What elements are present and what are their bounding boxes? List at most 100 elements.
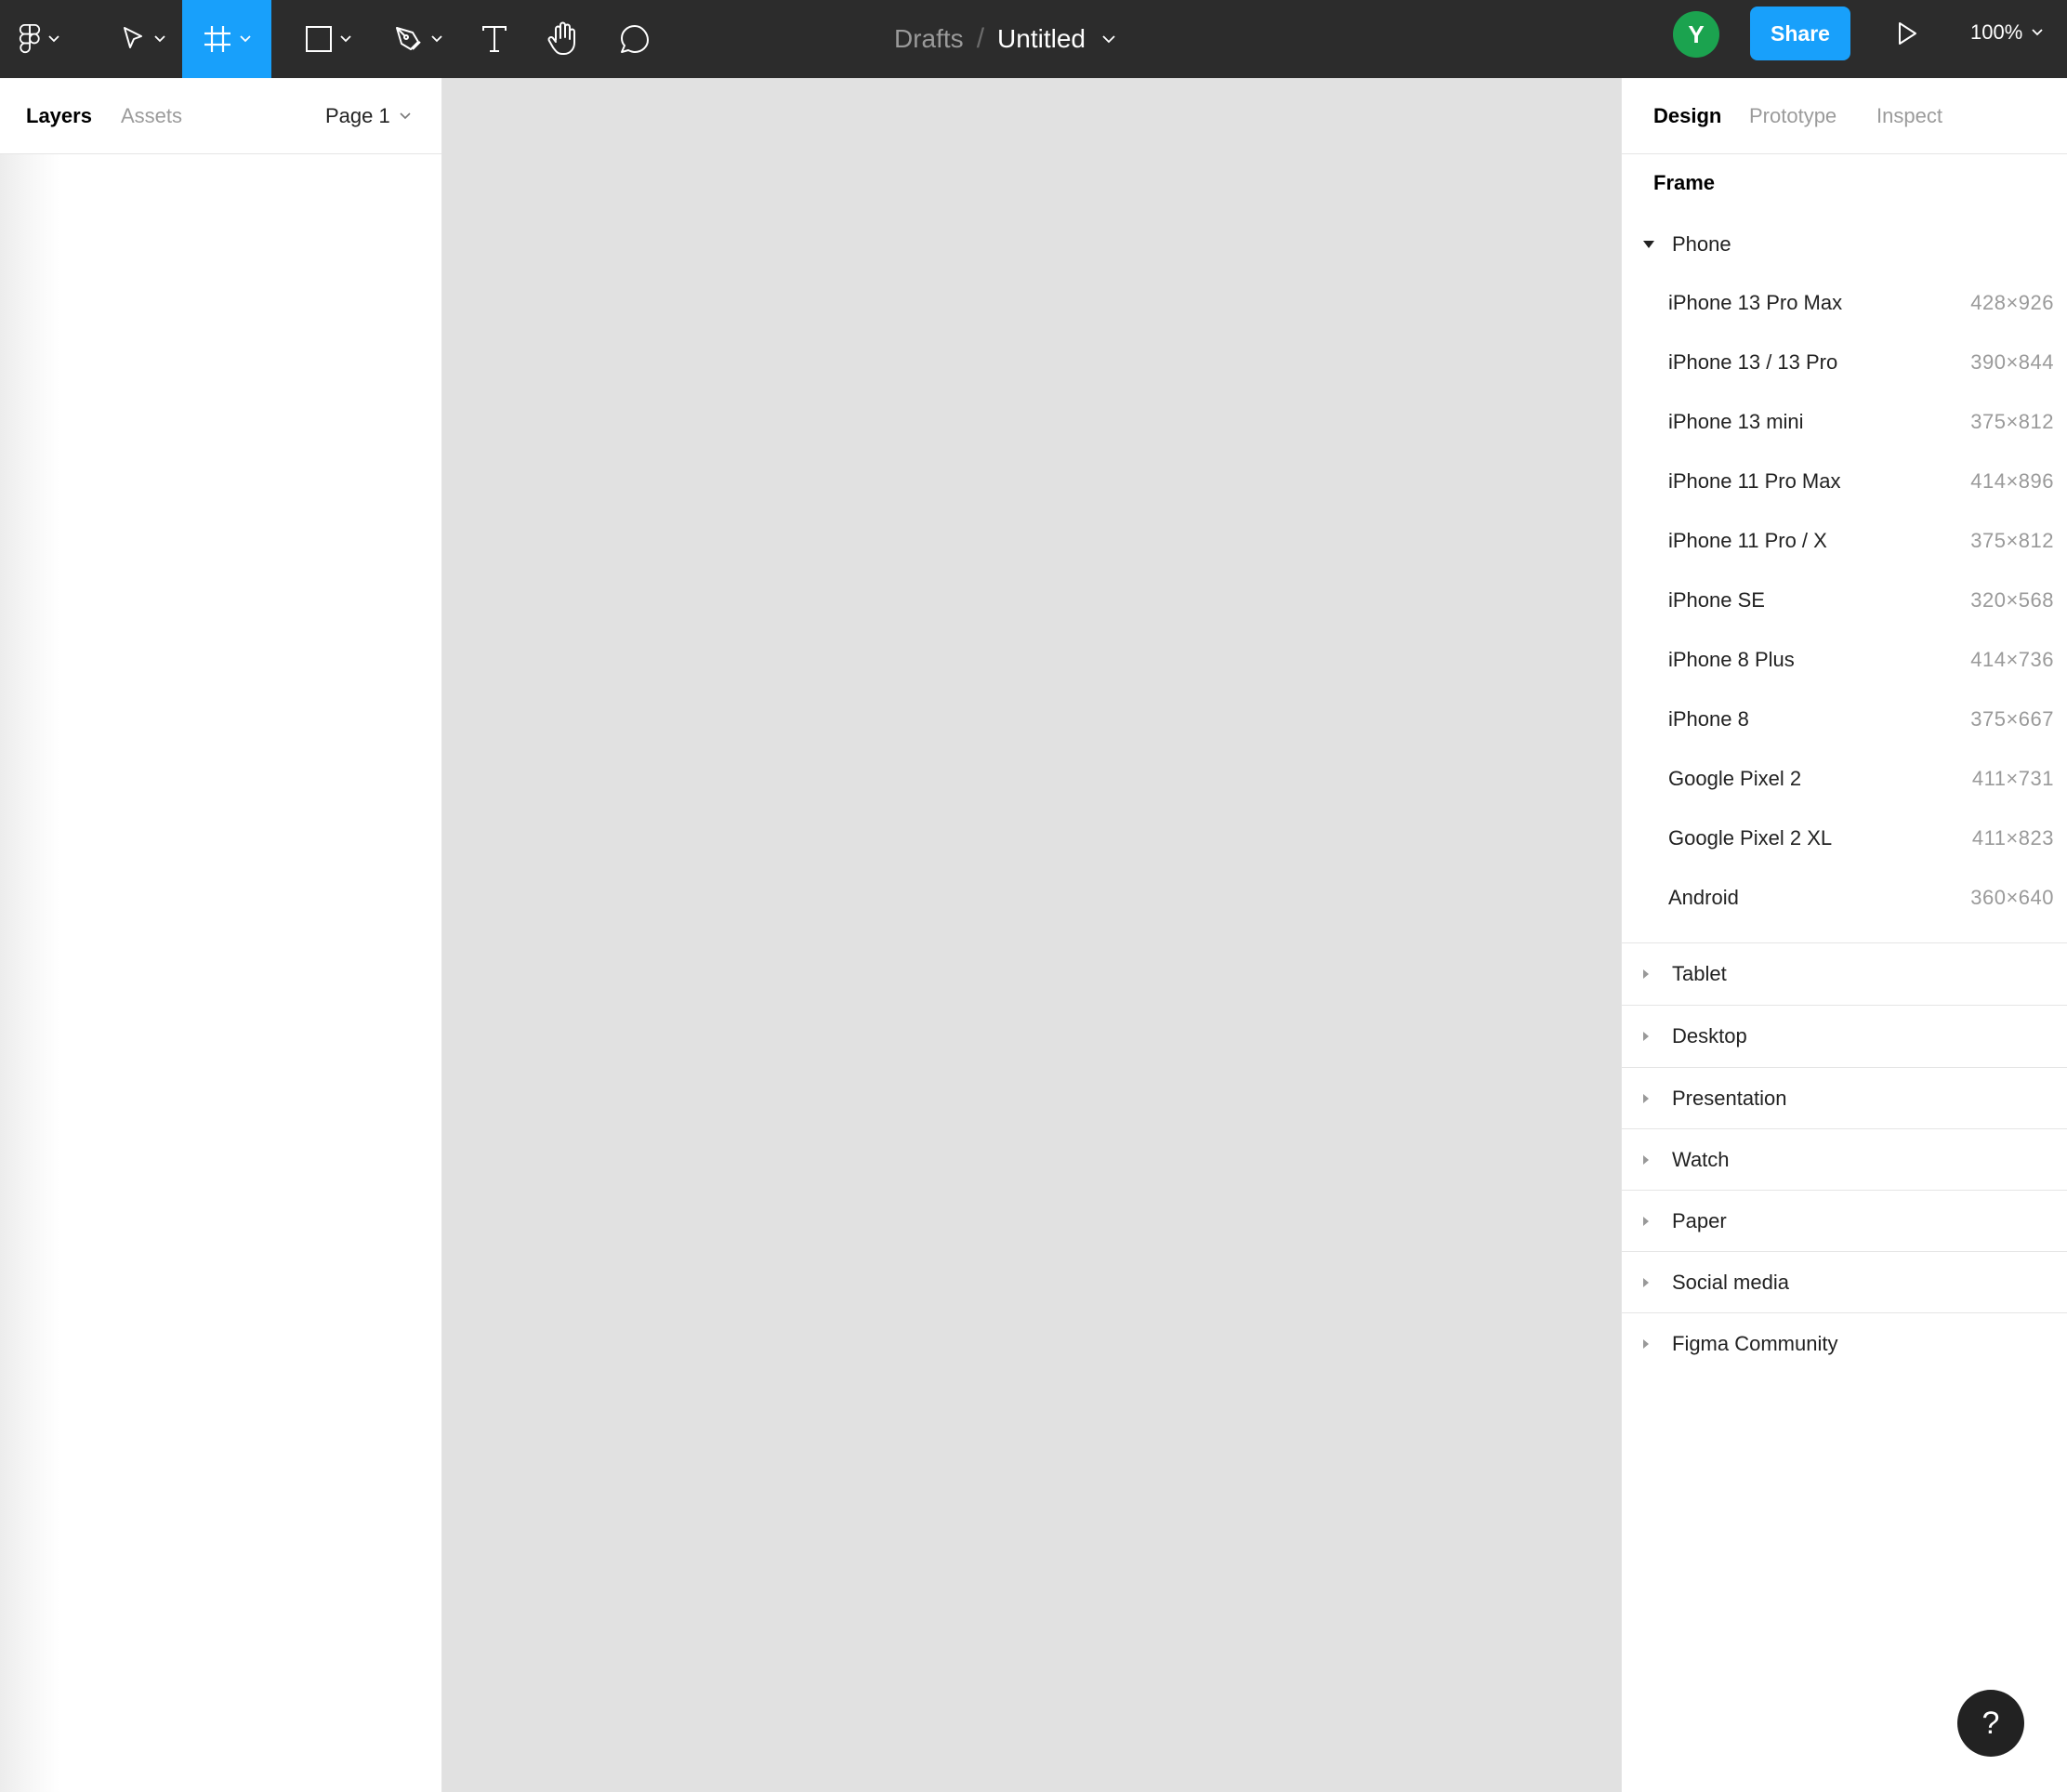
caret-right-icon xyxy=(1643,1094,1649,1103)
right-panel-header: Design Prototype Inspect xyxy=(1622,78,2067,154)
preset-name: iPhone 11 Pro / X xyxy=(1668,529,1827,552)
chevron-down-icon xyxy=(240,35,251,43)
chevron-down-icon xyxy=(2032,29,2043,36)
group-label: Desktop xyxy=(1672,1024,1747,1048)
pen-icon xyxy=(396,27,421,50)
group-social-media[interactable]: Social media xyxy=(1622,1252,2067,1313)
caret-right-icon xyxy=(1643,969,1649,979)
preset-name: iPhone 8 xyxy=(1668,707,1749,731)
preset-name: iPhone 13 / 13 Pro xyxy=(1668,350,1838,374)
caret-down-icon xyxy=(1643,241,1654,248)
preset-name: Google Pixel 2 xyxy=(1668,767,1802,790)
chevron-down-icon xyxy=(340,35,351,43)
tab-layers[interactable]: Layers xyxy=(26,78,92,154)
tab-inspect[interactable]: Inspect xyxy=(1876,78,1942,154)
rectangle-icon xyxy=(306,26,332,52)
preset-size: 375×812 xyxy=(1970,410,2054,433)
preset-item[interactable]: iPhone 13 / 13 Pro 390×844 xyxy=(1622,333,2067,392)
text-icon xyxy=(482,26,507,52)
preset-size: 390×844 xyxy=(1970,350,2054,374)
hand-tool-button[interactable] xyxy=(532,0,593,78)
group-desktop[interactable]: Desktop xyxy=(1622,1006,2067,1067)
chevron-down-icon xyxy=(400,112,411,120)
preset-item[interactable]: iPhone 11 Pro / X 375×812 xyxy=(1622,511,2067,571)
preset-item[interactable]: iPhone 11 Pro Max 414×896 xyxy=(1622,452,2067,511)
play-icon xyxy=(1899,22,1916,45)
breadcrumb: Drafts / Untitled xyxy=(894,0,1115,78)
preset-item[interactable]: Android 360×640 xyxy=(1622,868,2067,928)
caret-right-icon xyxy=(1643,1032,1649,1041)
canvas[interactable] xyxy=(442,78,1621,1792)
caret-right-icon xyxy=(1643,1278,1649,1287)
text-tool-button[interactable] xyxy=(465,0,524,78)
group-paper[interactable]: Paper xyxy=(1622,1191,2067,1252)
frame-tool-button[interactable] xyxy=(182,0,271,78)
group-watch[interactable]: Watch xyxy=(1622,1129,2067,1191)
preset-size: 375×667 xyxy=(1970,707,2054,731)
section-title-frame: Frame xyxy=(1653,171,1716,194)
preset-item[interactable]: iPhone 13 Pro Max 428×926 xyxy=(1622,273,2067,333)
preset-size: 414×736 xyxy=(1970,648,2054,671)
page-selector[interactable]: Page 1 xyxy=(325,78,411,154)
group-label: Phone xyxy=(1672,232,1731,256)
tab-design[interactable]: Design xyxy=(1653,78,1721,154)
right-panel: Design Prototype Inspect Frame Phone iPh… xyxy=(1621,78,2067,1792)
figma-logo-icon xyxy=(19,24,41,54)
group-tablet[interactable]: Tablet xyxy=(1622,943,2067,1005)
preset-item[interactable]: iPhone 8 Plus 414×736 xyxy=(1622,630,2067,690)
zoom-dropdown[interactable]: 100% xyxy=(1970,0,2043,65)
user-avatar[interactable]: Y xyxy=(1673,11,1719,58)
shape-tool-button[interactable] xyxy=(288,0,368,78)
caret-right-icon xyxy=(1643,1217,1649,1226)
caret-right-icon xyxy=(1643,1155,1649,1165)
group-phone[interactable]: Phone xyxy=(1622,214,2067,275)
preset-name: Google Pixel 2 XL xyxy=(1668,826,1833,850)
move-tool-button[interactable] xyxy=(106,0,180,78)
breadcrumb-separator: / xyxy=(976,23,985,54)
group-label: Tablet xyxy=(1672,962,1727,985)
caret-right-icon xyxy=(1643,1339,1649,1349)
chevron-down-icon[interactable] xyxy=(1102,34,1115,44)
present-button[interactable] xyxy=(1892,19,1922,48)
cursor-arrow-icon xyxy=(124,27,142,48)
zoom-level: 100% xyxy=(1970,20,2023,44)
preset-item[interactable]: Google Pixel 2 411×731 xyxy=(1622,749,2067,809)
help-button[interactable]: ? xyxy=(1957,1690,2024,1757)
group-figma-community[interactable]: Figma Community xyxy=(1622,1313,2067,1375)
preset-name: iPhone 11 Pro Max xyxy=(1668,469,1841,493)
preset-item[interactable]: iPhone 13 mini 375×812 xyxy=(1622,392,2067,452)
top-toolbar: Drafts / Untitled Y Share 100% xyxy=(0,0,2067,78)
preset-name: iPhone 8 Plus xyxy=(1668,648,1795,671)
group-label: Social media xyxy=(1672,1271,1789,1294)
preset-name: iPhone SE xyxy=(1668,588,1765,612)
preset-size: 414×896 xyxy=(1970,469,2054,493)
pen-tool-button[interactable] xyxy=(377,0,459,78)
left-panel-header: Layers Assets Page 1 xyxy=(0,78,441,154)
breadcrumb-drafts-link[interactable]: Drafts xyxy=(894,24,964,54)
hand-icon xyxy=(547,21,575,55)
preset-item[interactable]: iPhone 8 375×667 xyxy=(1622,690,2067,749)
preset-item[interactable]: Google Pixel 2 XL 411×823 xyxy=(1622,809,2067,868)
left-panel: Layers Assets Page 1 xyxy=(0,78,442,1792)
comment-bubble-icon xyxy=(621,25,649,53)
page-name: Page 1 xyxy=(325,104,390,127)
tab-prototype[interactable]: Prototype xyxy=(1749,78,1837,154)
preset-name: iPhone 13 Pro Max xyxy=(1668,291,1843,314)
group-label: Presentation xyxy=(1672,1087,1787,1110)
comment-tool-button[interactable] xyxy=(604,0,665,78)
preset-item[interactable]: iPhone SE 320×568 xyxy=(1622,571,2067,630)
share-button[interactable]: Share xyxy=(1750,7,1850,60)
main-menu-button[interactable] xyxy=(0,0,78,78)
preset-name: iPhone 13 mini xyxy=(1668,410,1804,433)
frame-hash-icon xyxy=(204,26,230,52)
preset-size: 320×568 xyxy=(1970,588,2054,612)
tab-assets[interactable]: Assets xyxy=(121,78,182,154)
preset-size: 428×926 xyxy=(1970,291,2054,314)
preset-size: 360×640 xyxy=(1970,886,2054,909)
chevron-down-icon xyxy=(154,35,165,43)
chevron-down-icon xyxy=(48,35,59,43)
group-presentation[interactable]: Presentation xyxy=(1622,1068,2067,1129)
file-title[interactable]: Untitled xyxy=(997,24,1086,54)
preset-name: Android xyxy=(1668,886,1739,909)
preset-size: 411×823 xyxy=(1971,826,2054,850)
